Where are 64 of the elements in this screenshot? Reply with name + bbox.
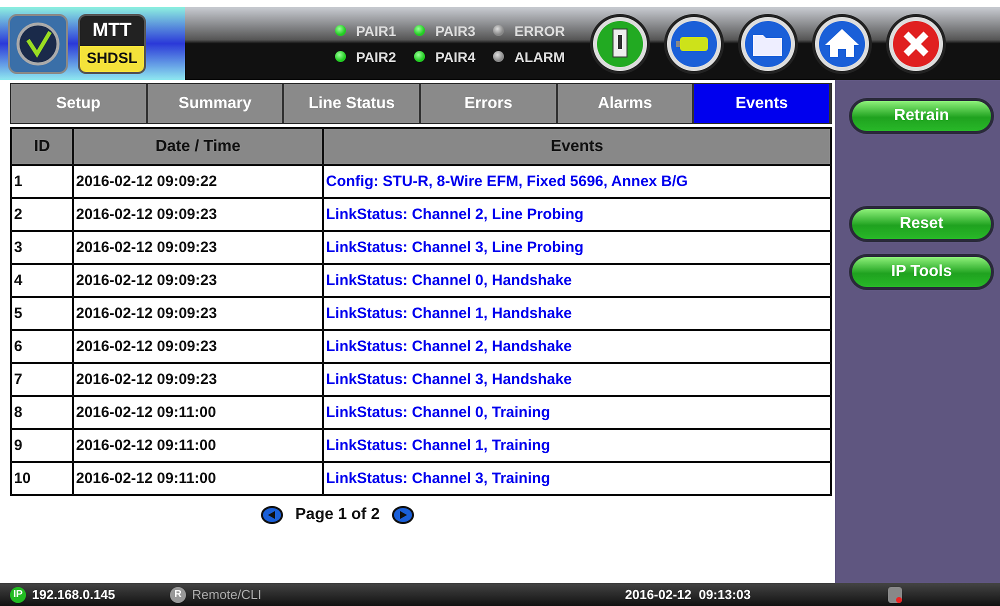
table-cell: 2016-02-12 09:11:00 xyxy=(73,429,323,462)
table-cell: LinkStatus: Channel 2, Line Probing xyxy=(323,198,831,231)
table-cell: LinkStatus: Channel 1, Handshake xyxy=(323,297,831,330)
table-cell: LinkStatus: Channel 1, Training xyxy=(323,429,831,462)
next-page-icon[interactable] xyxy=(392,506,414,524)
home-icon[interactable] xyxy=(810,12,873,74)
table-cell: LinkStatus: Channel 2, Handshake xyxy=(323,330,831,363)
tab[interactable]: Alarms xyxy=(558,84,694,123)
ip-badge: IP xyxy=(10,586,26,602)
column-header: ID xyxy=(11,128,73,165)
table-cell: 2016-02-12 09:09:23 xyxy=(73,330,323,363)
tab[interactable]: Line Status xyxy=(284,84,422,123)
ip-address: 192.168.0.145 xyxy=(32,587,116,602)
led-label: ERROR xyxy=(514,22,565,38)
table-cell: 9 xyxy=(11,429,73,462)
table-cell: LinkStatus: Channel 3, Training xyxy=(323,462,831,495)
side-button[interactable]: Retrain xyxy=(849,98,994,134)
battery-icon[interactable] xyxy=(662,12,725,74)
tab[interactable]: Summary xyxy=(148,84,284,123)
previous-page-icon[interactable] xyxy=(261,506,284,524)
app-icon[interactable] xyxy=(8,14,68,74)
tab[interactable]: Errors xyxy=(421,84,558,123)
led-label: ALARM xyxy=(514,48,565,64)
table-cell: 2016-02-12 09:09:23 xyxy=(73,264,323,297)
table-cell: 10 xyxy=(11,462,73,495)
tab[interactable]: Events xyxy=(694,84,832,123)
table-cell: 2016-02-12 09:11:00 xyxy=(73,396,323,429)
table-cell: 8 xyxy=(11,396,73,429)
table-cell: 2016-02-12 09:11:00 xyxy=(73,462,323,495)
led-label: PAIR1 xyxy=(356,22,396,38)
table-cell: 3 xyxy=(11,231,73,264)
folder-icon[interactable] xyxy=(736,12,799,74)
table-cell: Config: STU-R, 8-Wire EFM, Fixed 5696, Annex B/G xyxy=(323,165,831,198)
column-header: Events xyxy=(323,128,831,165)
table-cell: 2016-02-12 09:09:23 xyxy=(73,198,323,231)
status-datetime: 2016-02-12 09:13:03 xyxy=(625,587,752,602)
led-label: PAIR3 xyxy=(435,22,476,38)
close-icon[interactable] xyxy=(884,12,947,74)
table-cell: 5 xyxy=(11,297,73,330)
tab[interactable]: Setup xyxy=(11,84,148,123)
table-cell: 2016-02-12 09:09:23 xyxy=(73,297,323,330)
network-icon[interactable] xyxy=(887,586,903,604)
table-cell: 7 xyxy=(11,363,73,396)
table-cell: LinkStatus: Channel 0, Training xyxy=(323,396,831,429)
side-button[interactable]: IP Tools xyxy=(849,254,994,290)
table-cell: 2 xyxy=(11,198,73,231)
side-button[interactable]: Reset xyxy=(849,206,994,242)
table-cell: 6 xyxy=(11,330,73,363)
column-header: Date / Time xyxy=(73,128,323,165)
table-cell: 2016-02-12 09:09:22 xyxy=(73,165,323,198)
table-cell: 1 xyxy=(11,165,73,198)
table-cell: 2016-02-12 09:09:23 xyxy=(73,231,323,264)
led-label: PAIR2 xyxy=(356,48,396,64)
table-cell: LinkStatus: Channel 3, Line Probing xyxy=(323,231,831,264)
led-label: PAIR4 xyxy=(435,48,476,64)
product-logo: MTT SHDSL xyxy=(78,14,146,74)
table-cell: 4 xyxy=(11,264,73,297)
table-cell: 2016-02-12 09:09:23 xyxy=(73,363,323,396)
remote-badge: R xyxy=(170,586,186,602)
table-cell: LinkStatus: Channel 3, Handshake xyxy=(323,363,831,396)
door-icon[interactable] xyxy=(588,12,651,74)
table-cell: LinkStatus: Channel 0, Handshake xyxy=(323,264,831,297)
remote-label: Remote/CLI xyxy=(192,587,262,602)
page-indicator: Page 1 of 2 xyxy=(295,506,380,524)
